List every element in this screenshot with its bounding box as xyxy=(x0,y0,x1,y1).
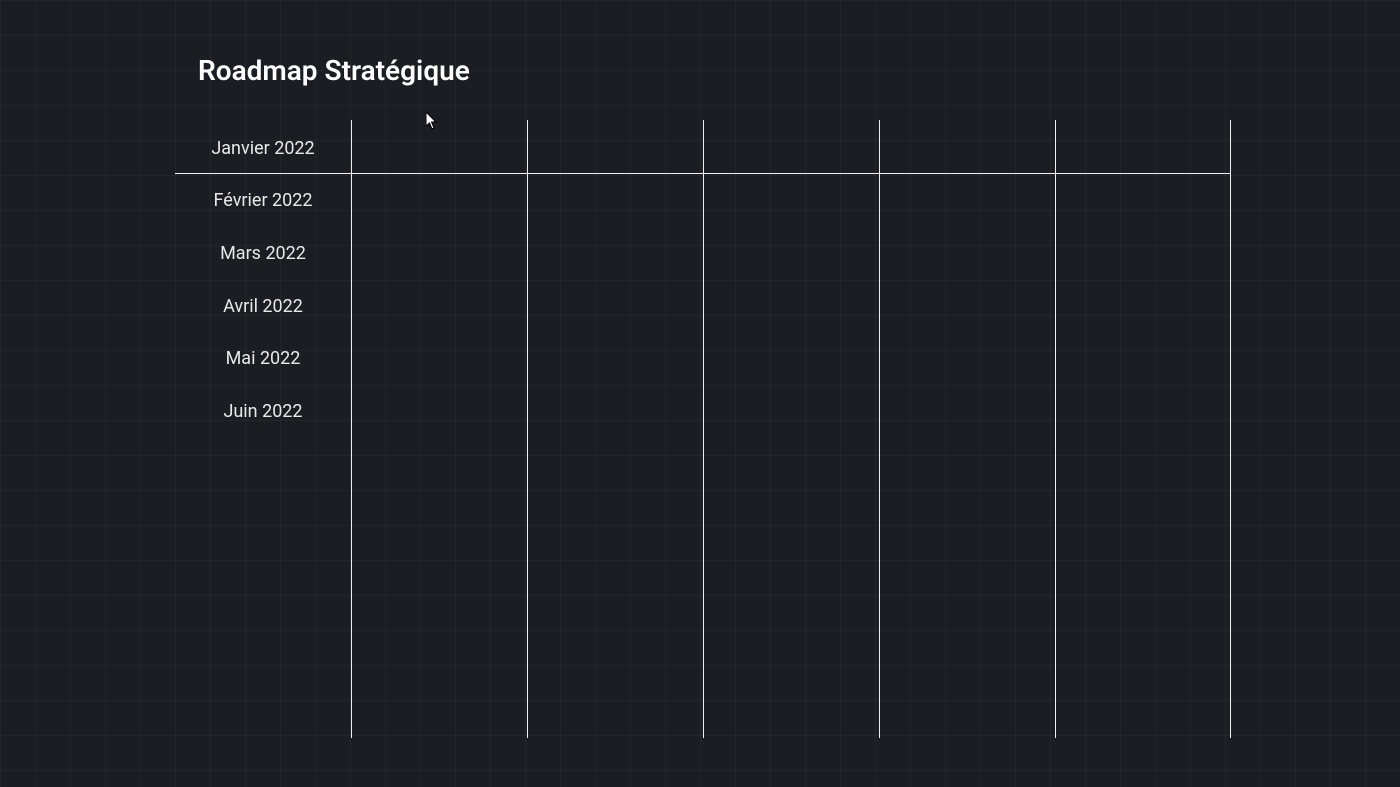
row-divider xyxy=(175,173,1230,174)
col-divider xyxy=(879,120,880,738)
row-header[interactable]: Février 2022 xyxy=(175,190,351,211)
page-title[interactable]: Roadmap Stratégique xyxy=(198,54,470,87)
row-header[interactable]: Mai 2022 xyxy=(175,348,351,369)
row-header[interactable]: Mars 2022 xyxy=(175,243,351,264)
roadmap-table[interactable]: Janvier 2022 Février 2022 Mars 2022 Avri… xyxy=(175,120,1230,738)
col-divider xyxy=(1230,120,1231,738)
roadmap-canvas[interactable]: Roadmap Stratégique Janvier 2022 Février… xyxy=(0,0,1400,787)
row-header[interactable]: Avril 2022 xyxy=(175,296,351,317)
col-divider xyxy=(527,120,528,738)
col-divider xyxy=(703,120,704,738)
col-divider xyxy=(1055,120,1056,738)
row-header[interactable]: Juin 2022 xyxy=(175,401,351,422)
col-divider xyxy=(351,120,352,738)
row-header[interactable]: Janvier 2022 xyxy=(175,138,351,159)
